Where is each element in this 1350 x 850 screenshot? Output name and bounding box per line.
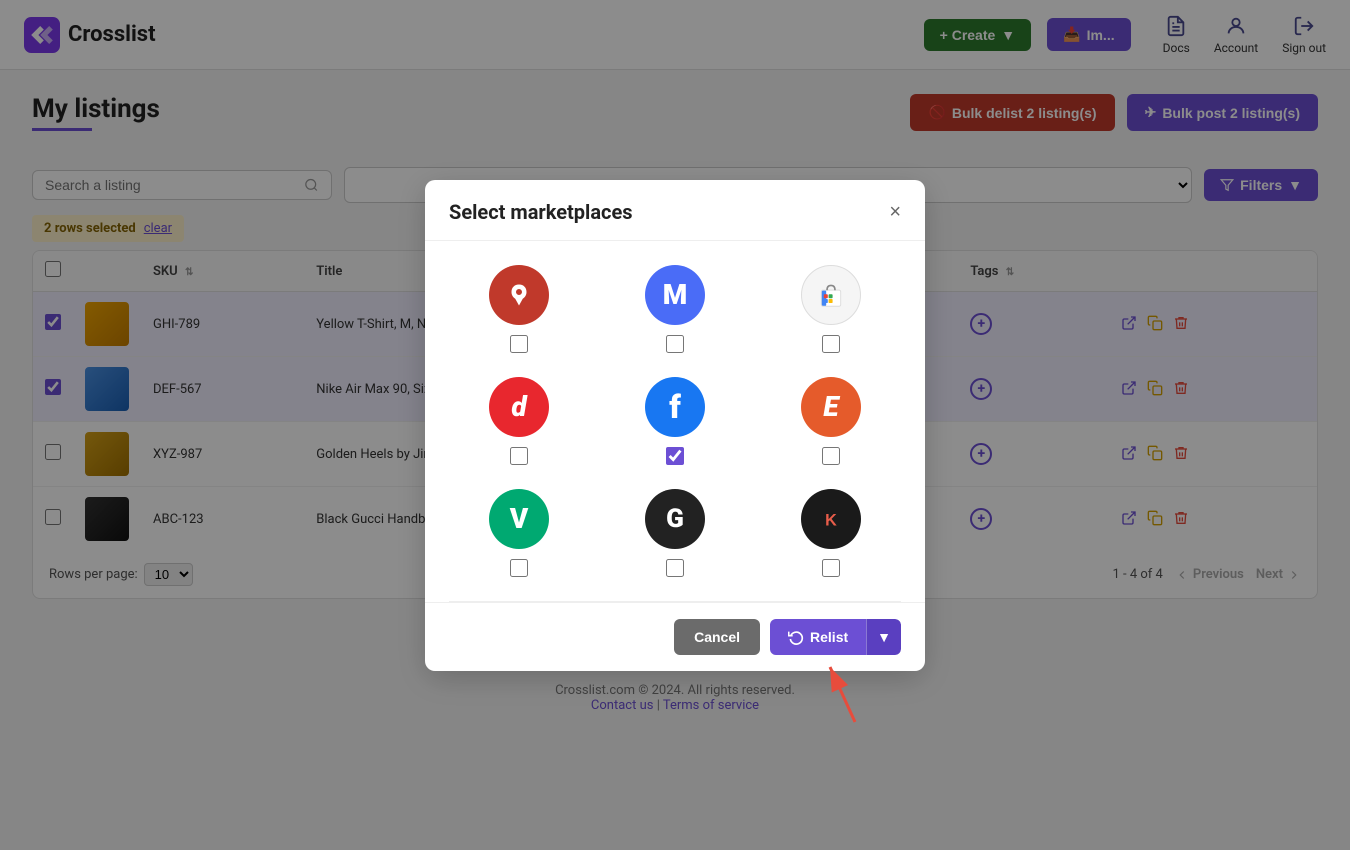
facebook-logo[interactable]: f <box>645 377 705 437</box>
poshmark-logo[interactable] <box>489 265 549 325</box>
modal-close-button[interactable]: × <box>889 202 901 222</box>
marketplace-item-etsy: E <box>761 377 901 465</box>
relist-button-group: Relist ▼ <box>770 619 901 655</box>
facebook-checkbox[interactable] <box>666 447 684 465</box>
marketplace-item-google <box>761 265 901 353</box>
google-checkbox[interactable] <box>822 335 840 353</box>
modal-header: Select marketplaces × <box>425 180 925 241</box>
marketplace-item-grailed: G <box>605 489 745 577</box>
mercari-checkbox[interactable] <box>666 335 684 353</box>
modal-overlay[interactable]: Select marketplaces × M <box>0 0 1350 850</box>
cancel-button[interactable]: Cancel <box>674 619 760 655</box>
grailed-logo[interactable]: G <box>645 489 705 549</box>
select-marketplaces-modal: Select marketplaces × M <box>425 180 925 671</box>
vinted-logo[interactable]: V <box>489 489 549 549</box>
modal-title: Select marketplaces <box>449 200 633 224</box>
relist-button[interactable]: Relist <box>770 619 866 655</box>
marketplace-grid: M <box>449 265 901 577</box>
relist-label: Relist <box>810 629 848 645</box>
kidizen-checkbox[interactable] <box>822 559 840 577</box>
kidizen-logo[interactable]: K <box>801 489 861 549</box>
etsy-checkbox[interactable] <box>822 447 840 465</box>
marketplace-item-poshmark <box>449 265 589 353</box>
vinted-checkbox[interactable] <box>510 559 528 577</box>
etsy-logo[interactable]: E <box>801 377 861 437</box>
modal-footer: Cancel Relist ▼ <box>425 602 925 671</box>
google-logo[interactable] <box>801 265 861 325</box>
depop-logo[interactable]: d <box>489 377 549 437</box>
marketplace-item-mercari: M <box>605 265 745 353</box>
marketplace-item-facebook: f <box>605 377 745 465</box>
marketplace-item-kidizen: K <box>761 489 901 577</box>
marketplace-item-depop: d <box>449 377 589 465</box>
svg-text:K: K <box>825 511 837 529</box>
marketplace-item-vinted: V <box>449 489 589 577</box>
red-arrow-indicator <box>785 657 865 731</box>
relist-icon <box>788 629 804 645</box>
relist-dropdown-button[interactable]: ▼ <box>866 619 901 655</box>
depop-checkbox[interactable] <box>510 447 528 465</box>
poshmark-checkbox[interactable] <box>510 335 528 353</box>
mercari-logo[interactable]: M <box>645 265 705 325</box>
modal-body: M <box>425 241 925 601</box>
grailed-checkbox[interactable] <box>666 559 684 577</box>
